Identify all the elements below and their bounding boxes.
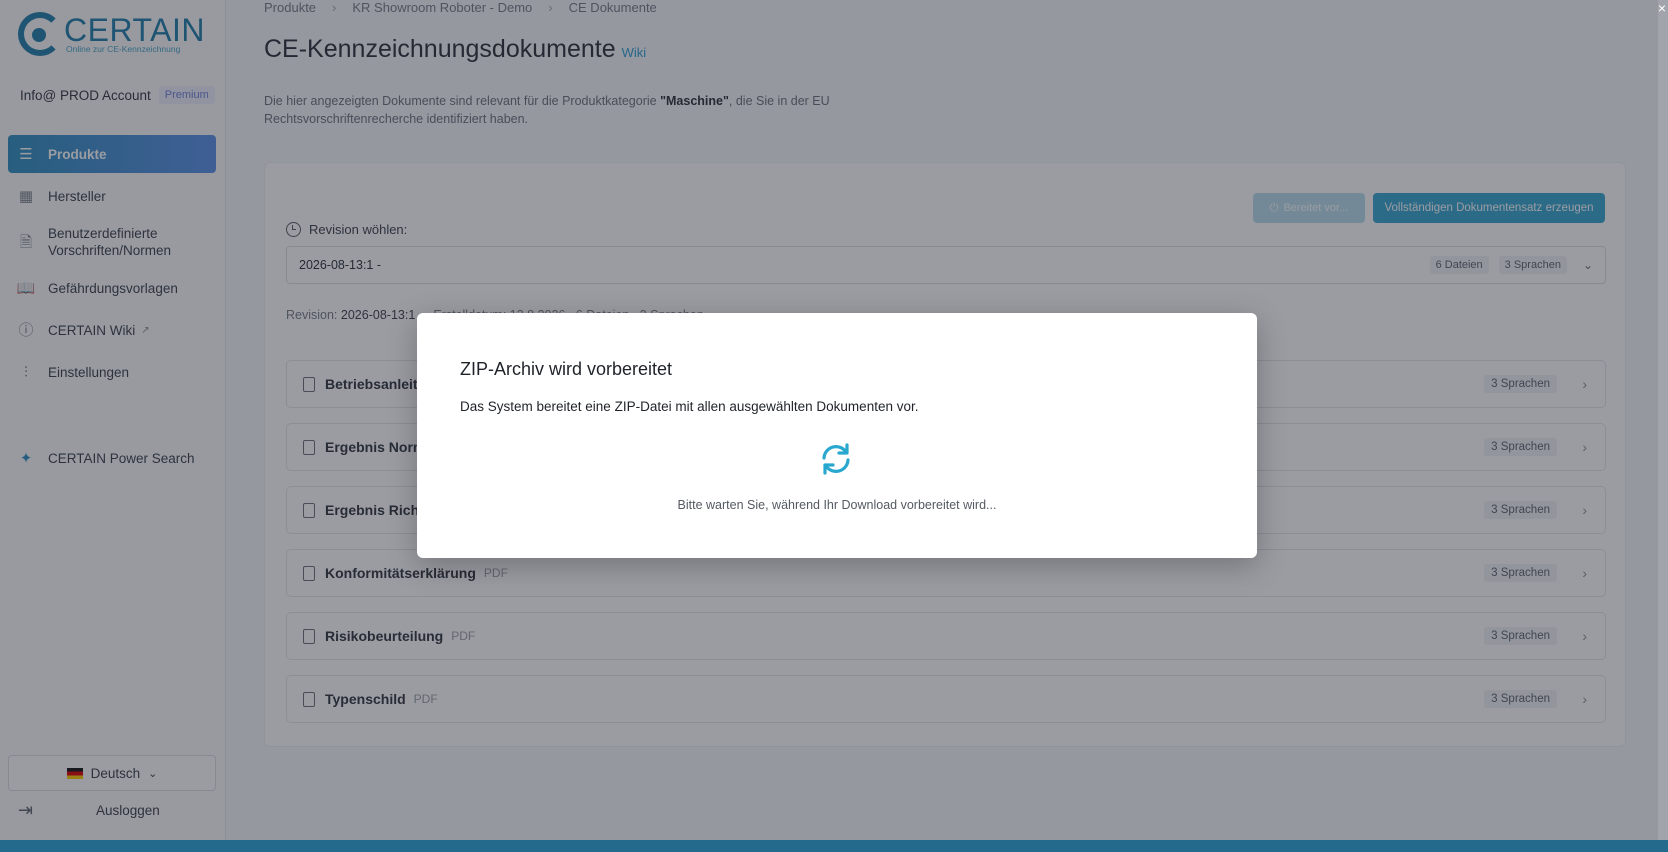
dialog-wait-text: Bitte warten Sie, während Ihr Download v… (677, 498, 997, 512)
dialog-title: ZIP-Archiv wird vorbereitet (460, 359, 673, 379)
close-icon[interactable]: × (1658, 0, 1666, 16)
bottom-bar (0, 840, 1668, 852)
dialog-message: Das System bereitet eine ZIP-Datei mit a… (460, 399, 919, 414)
sync-icon (822, 443, 850, 475)
zip-preparation-dialog: ZIP-Archiv wird vorbereitet Das System b… (417, 313, 1257, 558)
scrollbar[interactable] (1658, 0, 1668, 840)
